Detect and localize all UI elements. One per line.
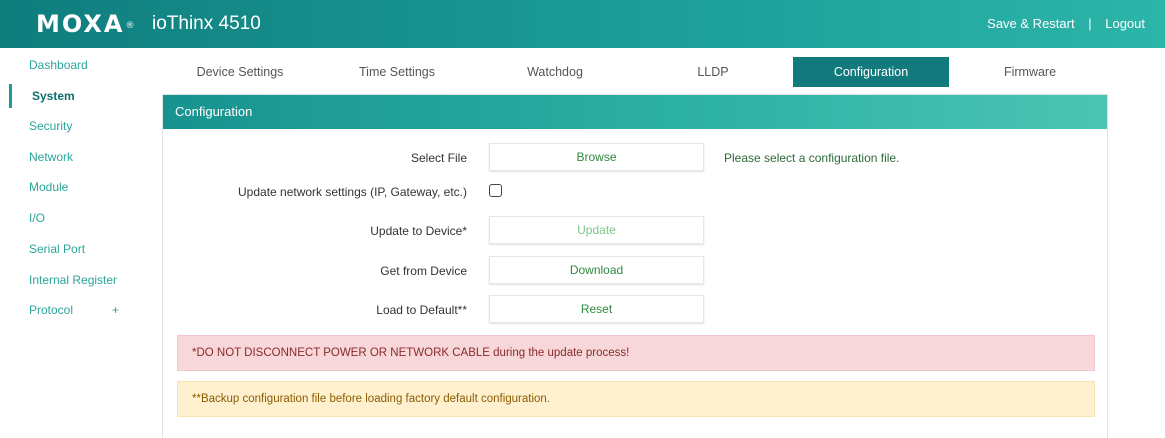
sidebar-item-protocol[interactable]: Protocol + (0, 295, 150, 325)
sidebar-item-network[interactable]: Network (0, 142, 150, 172)
get-device-label: Get from Device (380, 264, 467, 278)
tab-configuration[interactable]: Configuration (793, 57, 949, 87)
registered-mark: ® (125, 21, 137, 31)
sidebar-item-label: Protocol (29, 303, 74, 317)
sidebar-item-system[interactable]: System (0, 81, 150, 111)
tab-time-settings[interactable]: Time Settings (319, 57, 475, 87)
update-button[interactable]: Update (489, 216, 704, 244)
select-file-label: Select File (410, 151, 467, 165)
tab-device-settings[interactable]: Device Settings (162, 57, 318, 87)
update-network-checkbox[interactable] (489, 184, 502, 197)
panel-title: Configuration (163, 95, 1107, 129)
tab-lldp[interactable]: LLDP (635, 57, 791, 87)
browse-button[interactable]: Browse (489, 143, 704, 171)
sidebar-item-module[interactable]: Module (0, 172, 150, 202)
logout-link[interactable]: Logout (1105, 16, 1145, 31)
backup-warning-alert: **Backup configuration file before loadi… (177, 381, 1095, 417)
brand-name: MOXA (36, 10, 125, 38)
header-separator: | (1088, 16, 1092, 31)
expand-plus-icon[interactable]: + (112, 295, 119, 325)
update-device-label: Update to Device* (370, 224, 467, 238)
sidebar-item-dashboard[interactable]: Dashboard (0, 50, 150, 80)
tab-bar: Device Settings Time Settings Watchdog L… (162, 57, 1110, 87)
sidebar-item-io[interactable]: I/O (0, 203, 150, 233)
download-button[interactable]: Download (489, 256, 704, 284)
load-default-label: Load to Default** (376, 303, 467, 317)
sidebar-item-security[interactable]: Security (0, 111, 150, 141)
tab-firmware[interactable]: Firmware (952, 57, 1108, 87)
top-header: MOXA® ioThinx 4510 Save & Restart | Logo… (0, 0, 1165, 48)
reset-button[interactable]: Reset (489, 295, 704, 323)
select-file-hint: Please select a configuration file. (724, 151, 900, 165)
configuration-panel: Configuration Select File Browse Please … (162, 94, 1108, 438)
save-restart-link[interactable]: Save & Restart (987, 16, 1074, 31)
sidebar-item-internal-register[interactable]: Internal Register (0, 265, 150, 295)
sidebar: Dashboard System Security Network Module… (0, 48, 150, 438)
header-actions: Save & Restart | Logout (987, 16, 1145, 32)
update-network-label: Update network settings (IP, Gateway, et… (238, 185, 467, 199)
tab-watchdog[interactable]: Watchdog (477, 57, 633, 87)
update-warning-alert: *DO NOT DISCONNECT POWER OR NETWORK CABL… (177, 335, 1095, 371)
sidebar-item-serial-port[interactable]: Serial Port (0, 234, 150, 264)
product-name: ioThinx 4510 (152, 13, 261, 34)
moxa-logo: MOXA® (36, 10, 137, 38)
